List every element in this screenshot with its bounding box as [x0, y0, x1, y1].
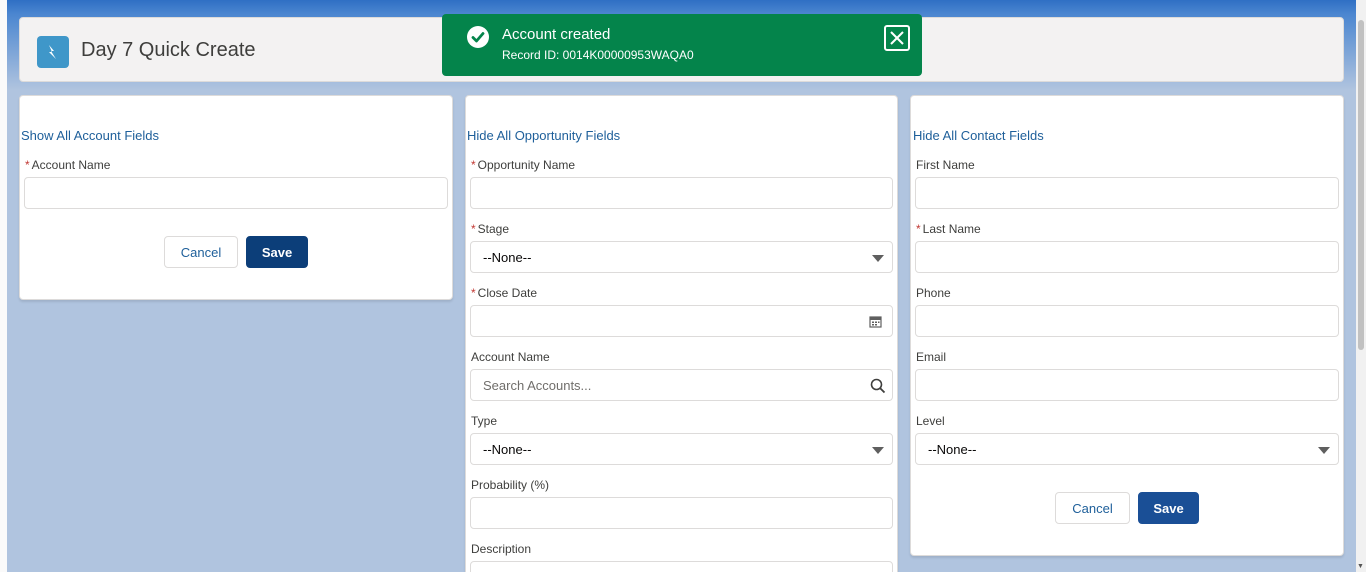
close-icon[interactable] [884, 25, 910, 51]
account-name-label-text: Account Name [31, 158, 111, 172]
phone-label: Phone [916, 286, 951, 300]
phone-input[interactable] [915, 305, 1339, 337]
last-name-input[interactable] [915, 241, 1339, 273]
type-select[interactable]: --None-- [470, 433, 893, 465]
level-select[interactable]: --None-- [915, 433, 1339, 465]
toast-title: Account created [502, 26, 611, 43]
type-selected-value: --None-- [483, 442, 532, 457]
close-date-input[interactable] [470, 305, 893, 337]
page-background: Day 7 Quick Create Show All Account Fiel… [0, 0, 1366, 572]
last-name-label-text: Last Name [922, 222, 981, 236]
calendar-icon[interactable] [869, 315, 882, 328]
description-label: Description [471, 542, 532, 556]
level-label: Level [916, 414, 945, 428]
level-selected-value: --None-- [928, 442, 977, 457]
toast-record-id: Record ID: 0014K00000953WAQA0 [502, 48, 694, 62]
account-save-button[interactable]: Save [246, 236, 308, 268]
last-name-label: * Last Name [916, 222, 981, 236]
probability-input[interactable] [470, 497, 893, 529]
probability-label: Probability (%) [471, 478, 550, 492]
email-input[interactable] [915, 369, 1339, 401]
opportunity-account-name-label: Account Name [471, 350, 550, 364]
email-label: Email [916, 350, 947, 364]
quick-create-icon [37, 36, 69, 68]
page-title: Day 7 Quick Create [81, 39, 256, 61]
scroll-down-arrow-icon[interactable]: ▼ [1357, 563, 1364, 570]
search-icon[interactable] [870, 378, 886, 394]
required-marker: * [916, 222, 921, 236]
opportunity-card: Hide All Opportunity Fields * Opportunity… [465, 95, 898, 572]
contact-cancel-button[interactable]: Cancel [1055, 492, 1130, 524]
opportunity-name-label: * Opportunity Name [471, 158, 575, 172]
stage-selected-value: --None-- [483, 250, 532, 265]
show-account-fields-link[interactable]: Show All Account Fields [21, 128, 159, 143]
hide-contact-fields-link[interactable]: Hide All Contact Fields [913, 128, 1044, 143]
required-marker: * [25, 158, 30, 172]
close-date-label: * Close Date [471, 286, 537, 300]
account-search-placeholder: Search Accounts... [483, 378, 592, 393]
chevron-down-icon [1318, 447, 1330, 454]
account-name-label: * Account Name [25, 158, 110, 172]
required-marker: * [471, 286, 476, 300]
hide-opportunity-fields-link[interactable]: Hide All Opportunity Fields [467, 128, 620, 143]
contact-save-button[interactable]: Save [1138, 492, 1199, 524]
scrollbar-thumb[interactable] [1358, 20, 1364, 350]
chevron-down-icon [872, 255, 884, 262]
required-marker: * [471, 222, 476, 236]
opportunity-name-input[interactable] [470, 177, 893, 209]
type-label: Type [471, 414, 498, 428]
description-input[interactable] [470, 561, 893, 572]
left-edge [0, 0, 7, 572]
first-name-input[interactable] [915, 177, 1339, 209]
account-card: Show All Account Fields * Account Name Ca… [19, 95, 453, 300]
stage-select[interactable]: --None-- [470, 241, 893, 273]
account-search-input[interactable]: Search Accounts... [470, 369, 893, 401]
success-toast: Account created Record ID: 0014K00000953… [442, 14, 922, 76]
success-check-icon [467, 26, 489, 48]
required-marker: * [471, 158, 476, 172]
account-cancel-button[interactable]: Cancel [164, 236, 238, 268]
stage-label-text: Stage [477, 222, 510, 236]
account-name-input[interactable] [24, 177, 448, 209]
chevron-down-icon [872, 447, 884, 454]
opportunity-name-label-text: Opportunity Name [477, 158, 576, 172]
vertical-scrollbar[interactable]: ▼ [1356, 0, 1366, 572]
first-name-label: First Name [916, 158, 975, 172]
stage-label: * Stage [471, 222, 509, 236]
contact-card: Hide All Contact Fields First Name * Last… [910, 95, 1344, 556]
close-date-label-text: Close Date [477, 286, 538, 300]
